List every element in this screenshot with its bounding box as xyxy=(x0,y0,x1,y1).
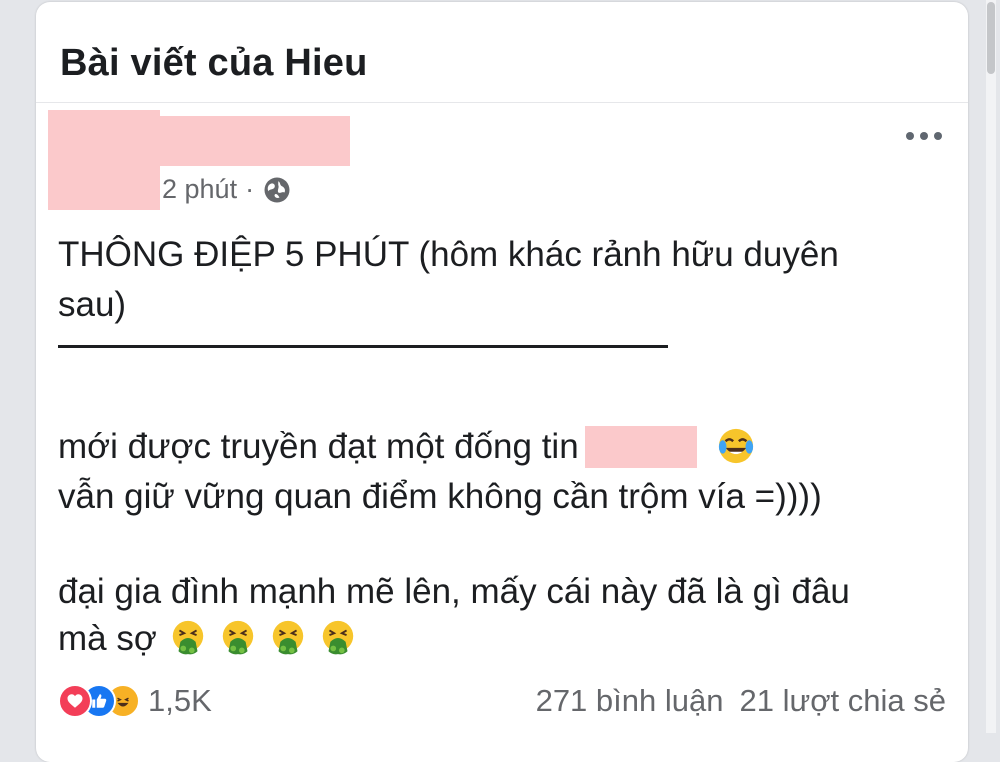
vomiting-face-emoji xyxy=(272,620,303,655)
love-reaction-icon xyxy=(58,684,92,718)
more-options-icon-dot xyxy=(934,132,942,140)
shares-count-link[interactable]: 21 lượt chia sẻ xyxy=(739,683,946,719)
scrollbar-thumb[interactable] xyxy=(987,2,995,74)
reaction-icons xyxy=(58,684,140,718)
post-text-line-4: vẫn giữ vững quan điểm không cần trộm ví… xyxy=(58,477,822,516)
dialog-title: Bài viết của Hieu xyxy=(60,42,368,84)
post-text-line-5: đại gia đình mạnh mẽ lên, mấy cái này đã… xyxy=(58,572,850,611)
post-text-line-6: mà sợ xyxy=(58,614,958,664)
post-time[interactable]: 2 phút xyxy=(162,174,237,205)
vomiting-face-emoji xyxy=(222,620,253,655)
line-6-text: mà sợ xyxy=(58,619,157,658)
post-dialog: Bài viết của Hieu 2 phút · THÔNG ĐIỆP 5 … xyxy=(36,2,968,762)
vomiting-face-emoji xyxy=(172,620,203,655)
engagement-stats: 271 bình luận 21 lượt chia sẻ xyxy=(536,683,946,719)
inline-redaction xyxy=(584,425,697,468)
post-text-line-1: THÔNG ĐIỆP 5 PHÚT (hôm khác rảnh hữu duy… xyxy=(58,235,839,324)
face-with-tears-of-joy-emoji xyxy=(718,428,753,463)
header-divider xyxy=(36,102,968,103)
more-options-button[interactable] xyxy=(906,132,942,140)
post-text-rule xyxy=(58,345,668,348)
comments-count-link[interactable]: 271 bình luận xyxy=(536,683,724,719)
post-text-line-3: mới được truyền đạt một đống tin xyxy=(58,422,958,472)
reaction-count[interactable]: 1,5K xyxy=(148,683,212,719)
more-options-icon-dot xyxy=(920,132,928,140)
more-options-icon xyxy=(906,132,914,140)
author-avatar-redacted[interactable] xyxy=(48,110,160,210)
globe-icon[interactable] xyxy=(262,175,292,205)
reactions-summary[interactable]: 1,5K xyxy=(58,683,212,719)
post-footer: 1,5K 271 bình luận 21 lượt chia sẻ xyxy=(58,677,946,725)
page-scrollbar[interactable] xyxy=(986,0,996,733)
vomiting-face-emoji xyxy=(322,620,353,655)
line-3-text: mới được truyền đạt một đống tin xyxy=(58,427,579,466)
author-name-redacted[interactable] xyxy=(148,116,350,166)
post-meta: 2 phút · xyxy=(162,174,292,205)
meta-separator: · xyxy=(245,174,255,204)
